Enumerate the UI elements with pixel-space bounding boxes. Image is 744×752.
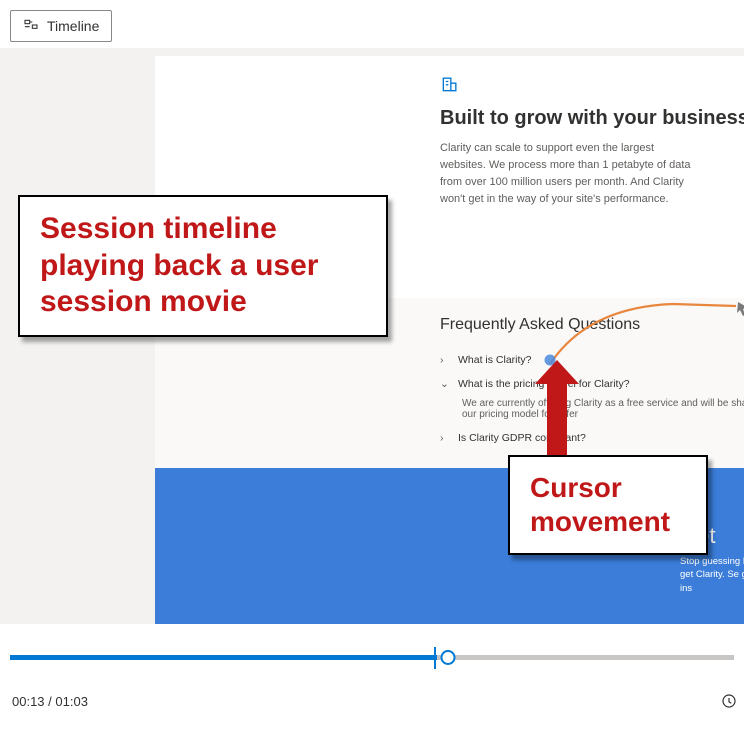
faq-item[interactable]: › Is Clarity GDPR compliant? (440, 426, 744, 450)
replay-settings-button[interactable] (718, 690, 740, 712)
faq-question: What is the pricing model for Clarity? (458, 378, 630, 390)
faq-heading: Frequently Asked Questions (440, 316, 744, 334)
faq-item[interactable]: ⌄ What is the pricing model for Clarity? (440, 372, 744, 396)
faq-question: Is Clarity GDPR compliant? (458, 432, 586, 444)
total-time: 01:03 (55, 694, 88, 709)
chevron-right-icon: › (440, 432, 450, 444)
building-icon (440, 81, 460, 98)
timeline-icon (23, 17, 39, 36)
playback-scrubber[interactable] (10, 648, 734, 668)
chevron-right-icon: › (440, 354, 450, 366)
cta-subtitle: Stop guessing ho and get Clarity. Se get… (680, 555, 744, 595)
scrubber-event-marker (434, 647, 436, 669)
faq-answer: We are currently offering Clarity as a f… (440, 396, 744, 426)
timeline-button-label: Timeline (47, 18, 99, 34)
scrubber-progress (10, 655, 437, 660)
playback-timecode: 00:13 / 01:03 (12, 694, 88, 709)
scrubber-handle[interactable] (441, 650, 456, 665)
grow-body: Clarity can scale to support even the la… (440, 140, 700, 208)
annotation-session-timeline: Session timeline playing back a user ses… (18, 195, 388, 337)
timeline-button[interactable]: Timeline (10, 10, 112, 42)
faq-item[interactable]: › What is Clarity? (440, 348, 744, 372)
faq-question: What is Clarity? (458, 354, 532, 366)
current-time: 00:13 (12, 694, 45, 709)
grow-heading: Built to grow with your business (440, 107, 744, 130)
annotation-cursor-movement: Cursor movement (508, 455, 708, 555)
chevron-down-icon: ⌄ (440, 378, 450, 390)
